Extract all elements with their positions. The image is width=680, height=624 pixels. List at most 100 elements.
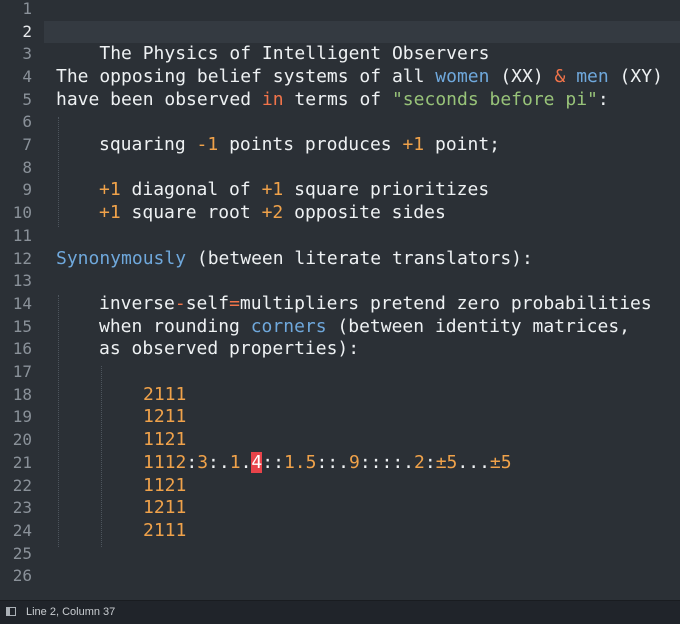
number-literal: 2111 <box>143 383 187 405</box>
operator-equals: = <box>229 292 240 314</box>
code-text: : <box>424 451 436 473</box>
code-text: diagonal of <box>120 179 262 201</box>
code-text: inverse <box>99 292 175 314</box>
status-bar: Line 2, Column 37 <box>0 600 680 624</box>
code-text: have been observed <box>56 88 262 110</box>
code-text: (XX) <box>489 65 555 87</box>
line-number: 3 <box>22 44 32 64</box>
line-number: 12 <box>12 248 32 268</box>
code-line-24[interactable]: 2111 <box>143 520 186 543</box>
code-text: . <box>240 451 252 473</box>
line-number: 24 <box>12 520 32 540</box>
editor-pane[interactable]: 1 2 3 4 5 6 7 8 9 10 11 12 13 14 15 16 17 18 19 20 21 22 23 24 2… <box>0 0 680 600</box>
code-line-5[interactable]: have been observed in terms of "seconds … <box>56 89 609 112</box>
keyword-synonymously: Synonymously <box>56 247 187 269</box>
code-text: square prioritizes <box>283 179 490 201</box>
indent-guide <box>101 366 102 547</box>
code-line-12[interactable]: Synonymously (between literate translato… <box>56 248 533 271</box>
number-literal: ±5 <box>489 451 512 473</box>
line-number: 9 <box>22 180 32 200</box>
number-literal: 9 <box>348 451 360 473</box>
keyword-corners: corners <box>250 315 327 337</box>
line-number: 21 <box>12 452 32 472</box>
line-number: 13 <box>12 271 32 291</box>
code-text: as observed properties): <box>99 338 360 360</box>
code-text: when rounding <box>99 315 251 337</box>
line-number: 5 <box>22 89 32 109</box>
number-literal: 1.5 <box>283 451 317 473</box>
code-line-19[interactable]: 1211 <box>143 406 186 429</box>
code-text: :. <box>208 451 230 473</box>
line-number: 26 <box>12 566 32 586</box>
document-title: The Physics of Intelligent Observers <box>99 43 490 65</box>
line-number: 11 <box>12 225 32 245</box>
code-text: ... <box>457 451 490 473</box>
code-text: terms of <box>283 88 392 110</box>
code-line-21[interactable]: 1112:3:.1.4::1.5::.9::::.2:±5...±5 <box>143 451 512 475</box>
code-line-20[interactable]: 1121 <box>143 429 186 452</box>
code-text: points produces <box>218 134 403 155</box>
number-literal: -1 <box>196 134 219 155</box>
code-text: : <box>186 451 198 473</box>
number-literal: 1112 <box>143 451 187 473</box>
line-number: 15 <box>12 316 32 336</box>
code-text: opposite sides <box>283 202 446 224</box>
code-text: square root <box>120 202 262 224</box>
code-line-14[interactable]: inverse-self=multipliers pretend zero pr… <box>99 293 652 316</box>
code-text: : <box>597 88 609 110</box>
number-literal: +1 <box>99 202 121 224</box>
line-number: 2 <box>22 21 32 41</box>
line-number: 7 <box>22 135 32 154</box>
cursor-position: Line 2, Column 37 <box>26 606 116 618</box>
line-number: 23 <box>12 498 32 518</box>
line-number: 4 <box>22 66 32 86</box>
number-literal: 2111 <box>143 519 187 541</box>
code-text: ::. <box>316 451 349 473</box>
keyword-women: women <box>435 65 490 87</box>
number-literal: +1 <box>99 179 121 201</box>
string-literal: "seconds before pi" <box>391 88 598 110</box>
panel-toggle-icon[interactable] <box>6 607 16 616</box>
code-text: (between literate translators): <box>186 247 533 269</box>
operator-minus: - <box>174 292 186 314</box>
code-text: The opposing belief systems of all <box>56 65 436 87</box>
line-number: 8 <box>22 157 32 177</box>
line-number: 16 <box>12 339 32 359</box>
number-literal: +1 <box>402 134 425 155</box>
line-number: 6 <box>22 112 32 132</box>
code-text: :: <box>262 451 284 473</box>
code-line-9[interactable]: +1 diagonal of +1 square prioritizes <box>99 179 489 202</box>
code-line-16[interactable]: as observed properties): <box>99 338 359 361</box>
number-literal: 1211 <box>143 406 187 428</box>
code-line-15[interactable]: when rounding corners (between identity … <box>99 316 630 339</box>
code-text: (between identity matrices, <box>326 315 631 337</box>
number-literal: 2 <box>414 451 425 473</box>
code-line-18[interactable]: 2111 <box>143 384 186 407</box>
keyword-men: men <box>576 65 609 87</box>
line-number: 14 <box>12 293 32 313</box>
number-literal: +1 <box>261 179 284 201</box>
code-line-10[interactable]: +1 square root +2 opposite sides <box>99 202 446 225</box>
line-number-gutter: 1 2 3 4 5 6 7 8 9 10 11 12 13 14 15 16 17 18 19 20 21 22 23 24 2… <box>0 0 44 600</box>
keyword-in: in <box>261 88 284 110</box>
indent-guide <box>58 117 59 227</box>
number-literal: 1211 <box>143 497 187 519</box>
line-number: 17 <box>12 362 32 381</box>
code-line-4[interactable]: The opposing belief systems of all women… <box>56 66 663 89</box>
line-number: 19 <box>12 407 32 427</box>
line-number: 1 <box>22 0 32 18</box>
operator-ampersand: & <box>554 65 566 87</box>
line-number: 20 <box>12 430 32 450</box>
code-text: point; <box>424 134 501 155</box>
number-literal: +2 <box>261 202 284 224</box>
code-line-22[interactable]: 1121 <box>143 475 186 498</box>
number-literal: 1 <box>229 451 241 473</box>
code-line-23[interactable]: 1211 <box>143 497 186 520</box>
code-line-7[interactable]: squaring -1 points produces +1 point; <box>99 134 500 157</box>
highlighted-match: 4 <box>251 451 263 473</box>
code-text: (XY) <box>608 65 663 87</box>
number-literal: ±5 <box>435 451 458 473</box>
code-text: ::::. <box>359 451 415 473</box>
code-text: multipliers pretend zero probabilities <box>239 292 652 314</box>
